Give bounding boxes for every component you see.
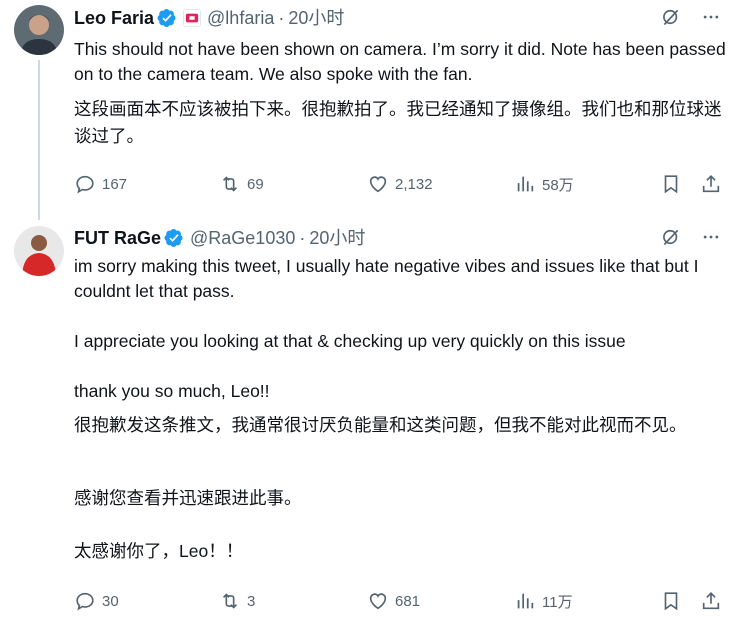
like-icon <box>369 176 387 193</box>
reply-icon <box>76 175 94 194</box>
affiliation-badge-icon[interactable] <box>183 9 202 27</box>
tweet-leo-faria[interactable]: Leo Faria @lhfaria · 20小时 This should no… <box>0 0 736 220</box>
tweet-translation-paragraph: 感谢您查看并迅速跟进此事。 <box>74 486 726 511</box>
tweet-text-paragraph: thank you so much, Leo!! <box>74 379 726 404</box>
tweet-translation-paragraph: 很抱歉发这条推文，我通常很讨厌负能量和这类问题，但我不能对此视而不见。 <box>74 412 726 439</box>
share-button[interactable] <box>700 172 722 196</box>
views-icon <box>517 176 534 192</box>
like-button[interactable]: 681 <box>367 589 420 613</box>
user-handle[interactable]: @RaGe1030 <box>190 226 295 250</box>
share-icon <box>702 592 720 610</box>
views-count: 11万 <box>542 593 573 611</box>
grok-icon[interactable] <box>660 226 682 248</box>
tweet-text: This should not have been shown on camer… <box>74 37 726 87</box>
views-button[interactable]: 58万 <box>514 172 574 196</box>
grok-icon[interactable] <box>660 6 682 28</box>
tweet-text-chinese-3: 太感谢你了，Leo！！ <box>74 541 244 561</box>
timestamp[interactable]: 20小时 <box>309 226 365 250</box>
tweet-top-actions <box>660 6 722 28</box>
retweet-button[interactable]: 69 <box>219 172 264 196</box>
reply-button[interactable]: 30 <box>74 589 119 613</box>
retweet-count: 69 <box>247 175 264 193</box>
tweet-translation: 这段画面本不应该被拍下来。很抱歉拍了。我已经通知了摄像组。我们也和那位球迷谈过了… <box>74 96 726 150</box>
avatar-fut-rage[interactable] <box>14 226 64 276</box>
verified-badge-icon <box>164 228 184 248</box>
tweet-top-actions <box>660 226 722 248</box>
tweet-text-chinese-2: 感谢您查看并迅速跟进此事。 <box>74 488 302 508</box>
retweet-icon <box>222 176 238 192</box>
tweet-actions: 30 3 681 11万 <box>74 589 724 613</box>
bookmark-icon <box>664 592 678 611</box>
timestamp[interactable]: 20小时 <box>288 6 344 30</box>
like-count: 681 <box>395 592 421 610</box>
display-name[interactable]: Leo Faria <box>74 6 154 30</box>
tweet-translation-paragraph: 太感谢你了，Leo！！ <box>74 539 726 564</box>
more-icon[interactable] <box>700 6 722 28</box>
separator-dot: · <box>299 228 306 248</box>
views-button[interactable]: 11万 <box>514 589 573 613</box>
retweet-icon <box>222 593 238 609</box>
bookmark-button[interactable] <box>660 589 682 613</box>
views-count: 58万 <box>542 176 574 194</box>
verified-badge-icon <box>157 8 177 28</box>
bookmark-button[interactable] <box>660 172 682 196</box>
tweet-fut-rage[interactable]: FUT RaGe @RaGe1030 · 20小时 im sorry makin… <box>0 220 736 617</box>
tweet-text-english-3: thank you so much, Leo!! <box>74 381 270 401</box>
display-name[interactable]: FUT RaGe <box>74 226 161 250</box>
share-button[interactable] <box>700 589 722 613</box>
reply-button[interactable]: 167 <box>74 172 127 196</box>
more-icon[interactable] <box>700 226 722 248</box>
tweet-text-english-2: I appreciate you looking at that & check… <box>74 331 626 351</box>
thread-line <box>38 60 40 220</box>
reply-icon <box>76 592 94 611</box>
retweet-button[interactable]: 3 <box>219 589 255 613</box>
user-handle[interactable]: @lhfaria <box>207 6 274 30</box>
views-icon <box>517 593 534 609</box>
retweet-count: 3 <box>247 592 256 610</box>
tweet-text-english: This should not have been shown on camer… <box>74 39 731 84</box>
reply-count: 30 <box>102 592 119 610</box>
like-icon <box>369 593 387 610</box>
tweet-text-english-1: im sorry making this tweet, I usually ha… <box>74 256 704 301</box>
separator-dot: · <box>278 8 285 28</box>
tweet-text-chinese-1: 很抱歉发这条推文，我通常很讨厌负能量和这类问题，但我不能对此视而不见。 <box>74 415 687 435</box>
tweet-header: FUT RaGe @RaGe1030 · 20小时 <box>74 226 365 250</box>
like-count: 2,132 <box>395 175 433 193</box>
avatar-leo-faria[interactable] <box>14 5 64 55</box>
tweet-text-paragraph: I appreciate you looking at that & check… <box>74 329 726 354</box>
reply-count: 167 <box>102 175 128 193</box>
tweet-header: Leo Faria @lhfaria · 20小时 <box>74 6 344 30</box>
share-icon <box>702 175 720 193</box>
like-button[interactable]: 2,132 <box>367 172 433 196</box>
bookmark-icon <box>664 175 678 194</box>
tweet-actions: 167 69 2,132 58万 <box>74 172 724 196</box>
tweet-text-paragraph: im sorry making this tweet, I usually ha… <box>74 254 726 304</box>
tweet-text-chinese: 这段画面本不应该被拍下来。很抱歉拍了。我已经通知了摄像组。我们也和那位球迷谈过了… <box>74 99 722 146</box>
